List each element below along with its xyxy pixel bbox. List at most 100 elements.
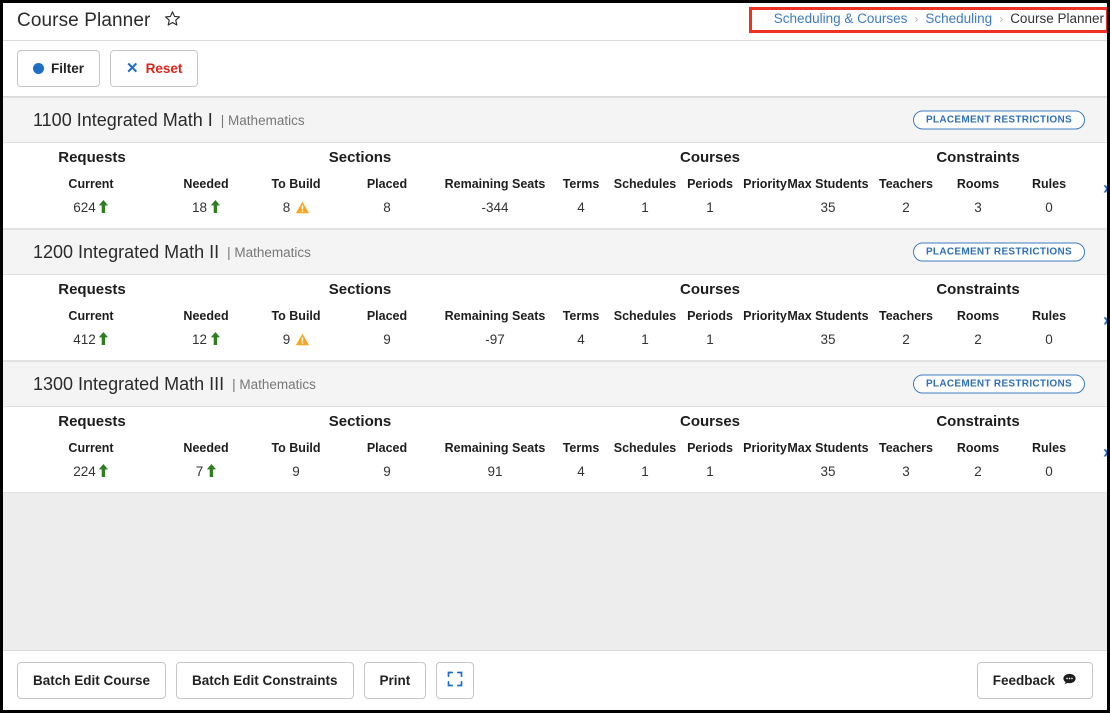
metric-column-current: Current 624	[68, 177, 113, 220]
metric-column-periods: Periods 1	[687, 309, 733, 351]
metric-value-text: 2	[902, 332, 910, 347]
arrow-up-green-icon	[210, 330, 220, 352]
metric-value: 7	[183, 461, 228, 484]
warning-triangle-icon	[295, 199, 309, 221]
metric-label: Schedules	[613, 309, 677, 323]
metric-label: Current	[68, 177, 114, 191]
breadcrumb-item-scheduling[interactable]: Scheduling	[925, 11, 992, 26]
course-metrics: Requests Sections Courses Constraints Curren…	[3, 275, 1107, 361]
app-window: Course Planner Scheduling & Courses › Sc…	[0, 0, 1110, 713]
breadcrumb-item-scheduling-courses[interactable]: Scheduling & Courses	[774, 11, 908, 26]
metric-value: 4	[563, 461, 600, 483]
metric-value: 2	[957, 461, 999, 483]
chevron-right-icon[interactable]: ›	[1103, 179, 1107, 197]
metric-group-header: Constraints	[936, 281, 1020, 298]
metric-column-priority: Priority	[743, 309, 787, 329]
metric-value-text: 9	[383, 464, 391, 479]
course-header[interactable]: 1300 Integrated Math III | Mathematics PLA…	[3, 361, 1107, 407]
metric-group-header: Constraints	[936, 149, 1020, 166]
metric-label: To Build	[271, 441, 321, 455]
metric-label: Rooms	[956, 177, 1000, 191]
metric-label: Placed	[366, 441, 408, 455]
title-bar: Course Planner Scheduling & Courses › Sc…	[3, 3, 1107, 41]
metric-value: 0	[1032, 461, 1066, 483]
metric-group-header: Courses	[679, 149, 741, 166]
metric-value-text: 9	[383, 332, 391, 347]
course-header[interactable]: 1200 Integrated Math II | Mathematics PLAC…	[3, 229, 1107, 275]
metric-label: Rooms	[956, 309, 1000, 323]
metric-label: Terms	[562, 441, 600, 455]
metric-value: 0	[1032, 197, 1066, 219]
arrow-up-green-icon	[206, 462, 216, 484]
placement-restrictions-badge[interactable]: PLACEMENT RESTRICTIONS	[912, 242, 1085, 262]
course-card[interactable]: 1100 Integrated Math I | Mathematics PLACE…	[3, 97, 1107, 229]
star-outline-icon[interactable]	[164, 10, 181, 33]
metric-value-text: 35	[820, 464, 836, 479]
metric-value-text: 0	[1045, 464, 1053, 479]
arrow-up-green-icon	[99, 198, 109, 220]
x-close-icon: ✕	[126, 60, 139, 77]
course-metrics: Requests Sections Courses Constraints Curren…	[3, 143, 1107, 229]
metric-value-text: 35	[820, 200, 836, 215]
metric-column-max_students: Max Students 35	[787, 309, 868, 351]
metric-value: 1	[614, 197, 677, 219]
placement-restrictions-badge[interactable]: PLACEMENT RESTRICTIONS	[912, 374, 1085, 394]
metric-group-header: Requests	[58, 281, 126, 298]
metric-value: 224	[68, 461, 113, 484]
metric-label: Priority	[743, 309, 787, 323]
metric-value: 3	[879, 461, 933, 483]
metric-value: 91	[445, 461, 546, 483]
metric-group-header: Constraints	[936, 413, 1020, 430]
metric-column-rooms: Rooms 2	[957, 441, 999, 483]
filter-button[interactable]: Filter	[17, 50, 101, 87]
placement-restrictions-badge[interactable]: PLACEMENT RESTRICTIONS	[912, 110, 1085, 130]
metric-column-to_build: To Build 9	[271, 309, 320, 353]
footer-toolbar: Batch Edit Course Batch Edit Constraints…	[3, 650, 1107, 710]
metric-column-periods: Periods 1	[687, 441, 733, 483]
batch-edit-constraints-button[interactable]: Batch Edit Constraints	[176, 662, 354, 699]
metric-value-text: 4	[577, 464, 585, 479]
metric-value-text: 7	[195, 464, 204, 479]
fullscreen-button[interactable]	[436, 662, 475, 699]
metric-value: 0	[1032, 329, 1066, 351]
feedback-button[interactable]: Feedback	[976, 662, 1093, 699]
metric-label: Current	[68, 441, 114, 455]
breadcrumb-separator-icon: ›	[999, 11, 1004, 26]
course-list[interactable]: 1100 Integrated Math I | Mathematics PLACE…	[3, 97, 1107, 650]
course-department: | Mathematics	[232, 376, 316, 392]
metric-column-needed: Needed 12	[183, 309, 228, 352]
batch-edit-course-button[interactable]: Batch Edit Course	[17, 662, 167, 699]
chevron-right-icon[interactable]: ›	[1103, 443, 1107, 461]
metric-value: 9	[271, 329, 320, 353]
metric-label: Remaining Seats	[444, 309, 546, 323]
metric-value-text: 18	[191, 200, 208, 215]
metric-value-text: 2	[902, 200, 910, 215]
reset-button[interactable]: ✕ Reset	[110, 50, 199, 87]
metric-value: 1	[614, 461, 677, 483]
metric-column-terms: Terms 4	[563, 177, 600, 219]
print-button[interactable]: Print	[363, 662, 427, 699]
metric-label: Rules	[1031, 177, 1067, 191]
metric-label: Remaining Seats	[444, 441, 546, 455]
metric-column-periods: Periods 1	[687, 177, 733, 219]
metric-value-text: 624	[73, 200, 96, 215]
metric-label: Priority	[743, 441, 787, 455]
course-name: 1100 Integrated Math I	[33, 109, 213, 130]
metric-label: Max Students	[787, 177, 869, 191]
course-department: | Mathematics	[220, 112, 305, 128]
metric-group-header: Courses	[679, 413, 741, 430]
metric-column-remaining_seats: Remaining Seats 91	[445, 441, 546, 483]
metric-value: 1	[687, 461, 733, 483]
metric-value: 4	[563, 197, 600, 219]
metric-value-text: 91	[487, 464, 503, 479]
metric-column-schedules: Schedules 1	[614, 441, 677, 483]
metric-label: Periods	[687, 177, 733, 191]
course-card[interactable]: 1300 Integrated Math III | Mathematics PLA…	[3, 361, 1107, 493]
course-header[interactable]: 1100 Integrated Math I | Mathematics PLACE…	[3, 97, 1107, 143]
arrow-up-green-icon	[99, 330, 109, 352]
metric-value-text: 8	[383, 200, 391, 215]
chevron-right-icon[interactable]: ›	[1103, 311, 1107, 329]
course-card[interactable]: 1200 Integrated Math II | Mathematics PLAC…	[3, 229, 1107, 361]
metric-value: 2	[879, 197, 933, 219]
metric-value-text: 1	[641, 200, 649, 215]
